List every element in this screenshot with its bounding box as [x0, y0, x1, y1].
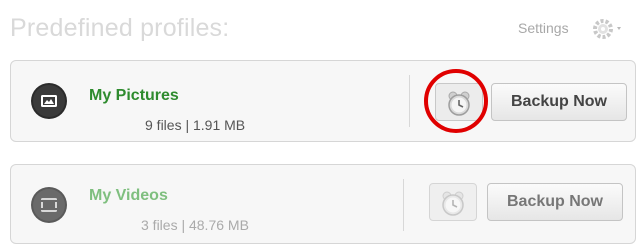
highlight-circle: [424, 69, 488, 133]
backup-now-button[interactable]: Backup Now: [487, 183, 623, 221]
profile-card-videos: My Videos 3 files | 48.76 MB Backup Now: [10, 164, 636, 244]
alarm-clock-icon: [442, 191, 464, 216]
profile-name[interactable]: My Videos: [89, 187, 168, 205]
settings-link[interactable]: Settings: [518, 20, 569, 36]
profile-file-info: 3 files | 48.76 MB: [141, 217, 249, 233]
schedule-button[interactable]: [429, 183, 477, 221]
divider: [409, 75, 410, 127]
profiles-header: Predefined profiles: Settings: [0, 0, 640, 58]
page-title: Predefined profiles:: [10, 14, 230, 42]
pictures-icon: [31, 83, 67, 119]
gear-icon[interactable]: [590, 16, 624, 42]
divider: [403, 179, 404, 231]
profile-file-info: 9 files | 1.91 MB: [145, 117, 246, 133]
backup-now-button[interactable]: Backup Now: [491, 83, 627, 121]
profile-name[interactable]: My Pictures: [89, 87, 179, 105]
videos-icon: [31, 187, 67, 223]
profile-card-pictures: My Pictures 9 files | 1.91 MB Backup Now: [10, 60, 636, 142]
